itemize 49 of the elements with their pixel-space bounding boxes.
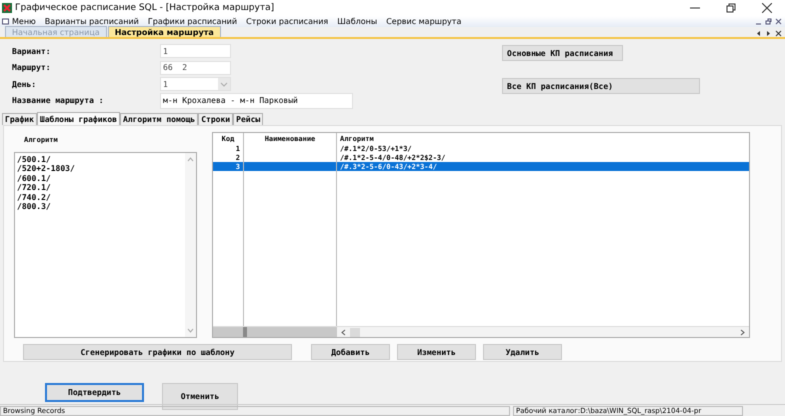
menu-item[interactable]: Графики расписаний <box>148 17 238 26</box>
scroll-left-icon[interactable] <box>340 328 347 336</box>
action-button[interactable]: Сгенерировать графики по шаблону <box>23 344 292 360</box>
window-icon <box>2 18 9 25</box>
input-field[interactable]: м-н Крохалева - м-н Парковый <box>160 92 353 109</box>
scrollbar[interactable] <box>213 326 749 337</box>
tab[interactable]: Рейсы <box>233 113 264 125</box>
scroll-left-icon[interactable] <box>755 30 762 37</box>
field-label: День: <box>12 80 38 89</box>
document-tab[interactable]: Настройка маршрута <box>108 26 221 37</box>
field-label: Маршрут: <box>12 63 52 72</box>
input-field[interactable]: 1 <box>160 44 231 58</box>
list-item[interactable]: /600.1/ <box>17 174 183 184</box>
list-item[interactable]: /720.1/ <box>17 183 183 193</box>
menu-item[interactable]: Варианты расписаний <box>44 17 139 26</box>
restore-icon[interactable] <box>726 3 736 13</box>
menu-item[interactable]: Меню <box>12 17 36 26</box>
list-item[interactable]: /740.2/ <box>17 192 183 202</box>
action-button[interactable]: Удалить <box>483 344 562 360</box>
scroll-thumb[interactable] <box>350 328 360 336</box>
kp-button[interactable]: Основные КП расписания <box>502 45 623 61</box>
menu-item[interactable]: Сервис маршрута <box>386 17 462 26</box>
window-title: Графическое расписание SQL - [Настройка маршрута] <box>15 3 276 13</box>
input-field[interactable]: 66 2 <box>160 60 231 75</box>
kp-button[interactable]: Все КП расписания(Все) <box>502 78 700 94</box>
app-icon <box>2 3 12 13</box>
action-button[interactable]: Изменить <box>397 344 476 360</box>
algorithm-list[interactable]: /500.1/ /520+2-1803/ /600.1/ /720.1/ /740.2/ /800.3/ <box>14 152 197 338</box>
day-dropdown[interactable]: 1 <box>160 77 231 92</box>
dialog-button[interactable]: Подтвердить <box>45 383 144 402</box>
scroll-right-icon[interactable] <box>765 30 772 37</box>
list-item[interactable]: /800.3/ <box>17 202 183 212</box>
close-icon[interactable] <box>775 30 782 37</box>
list-item[interactable]: /520+2-1803/ <box>17 164 183 174</box>
field-label: Название маршрута : <box>12 96 105 106</box>
close-icon[interactable] <box>775 18 782 25</box>
tab[interactable]: Шаблоны графиков <box>36 112 120 125</box>
dialog-button[interactable]: Отменить <box>162 383 238 410</box>
menu-item[interactable]: Шаблоны <box>337 17 378 26</box>
tab[interactable]: График <box>2 113 37 125</box>
action-button[interactable]: Добавить <box>311 344 390 360</box>
close-icon[interactable] <box>762 3 772 13</box>
scroll-right-icon[interactable] <box>739 328 746 336</box>
tab[interactable]: Алгоритм помощь <box>120 113 198 125</box>
tab[interactable]: Строки <box>198 113 234 125</box>
field-label: Вариант: <box>12 46 52 56</box>
restore-icon[interactable] <box>765 18 772 25</box>
list-item[interactable]: /500.1/ <box>17 154 183 164</box>
menu-item[interactable]: Строки расписания <box>246 17 328 26</box>
